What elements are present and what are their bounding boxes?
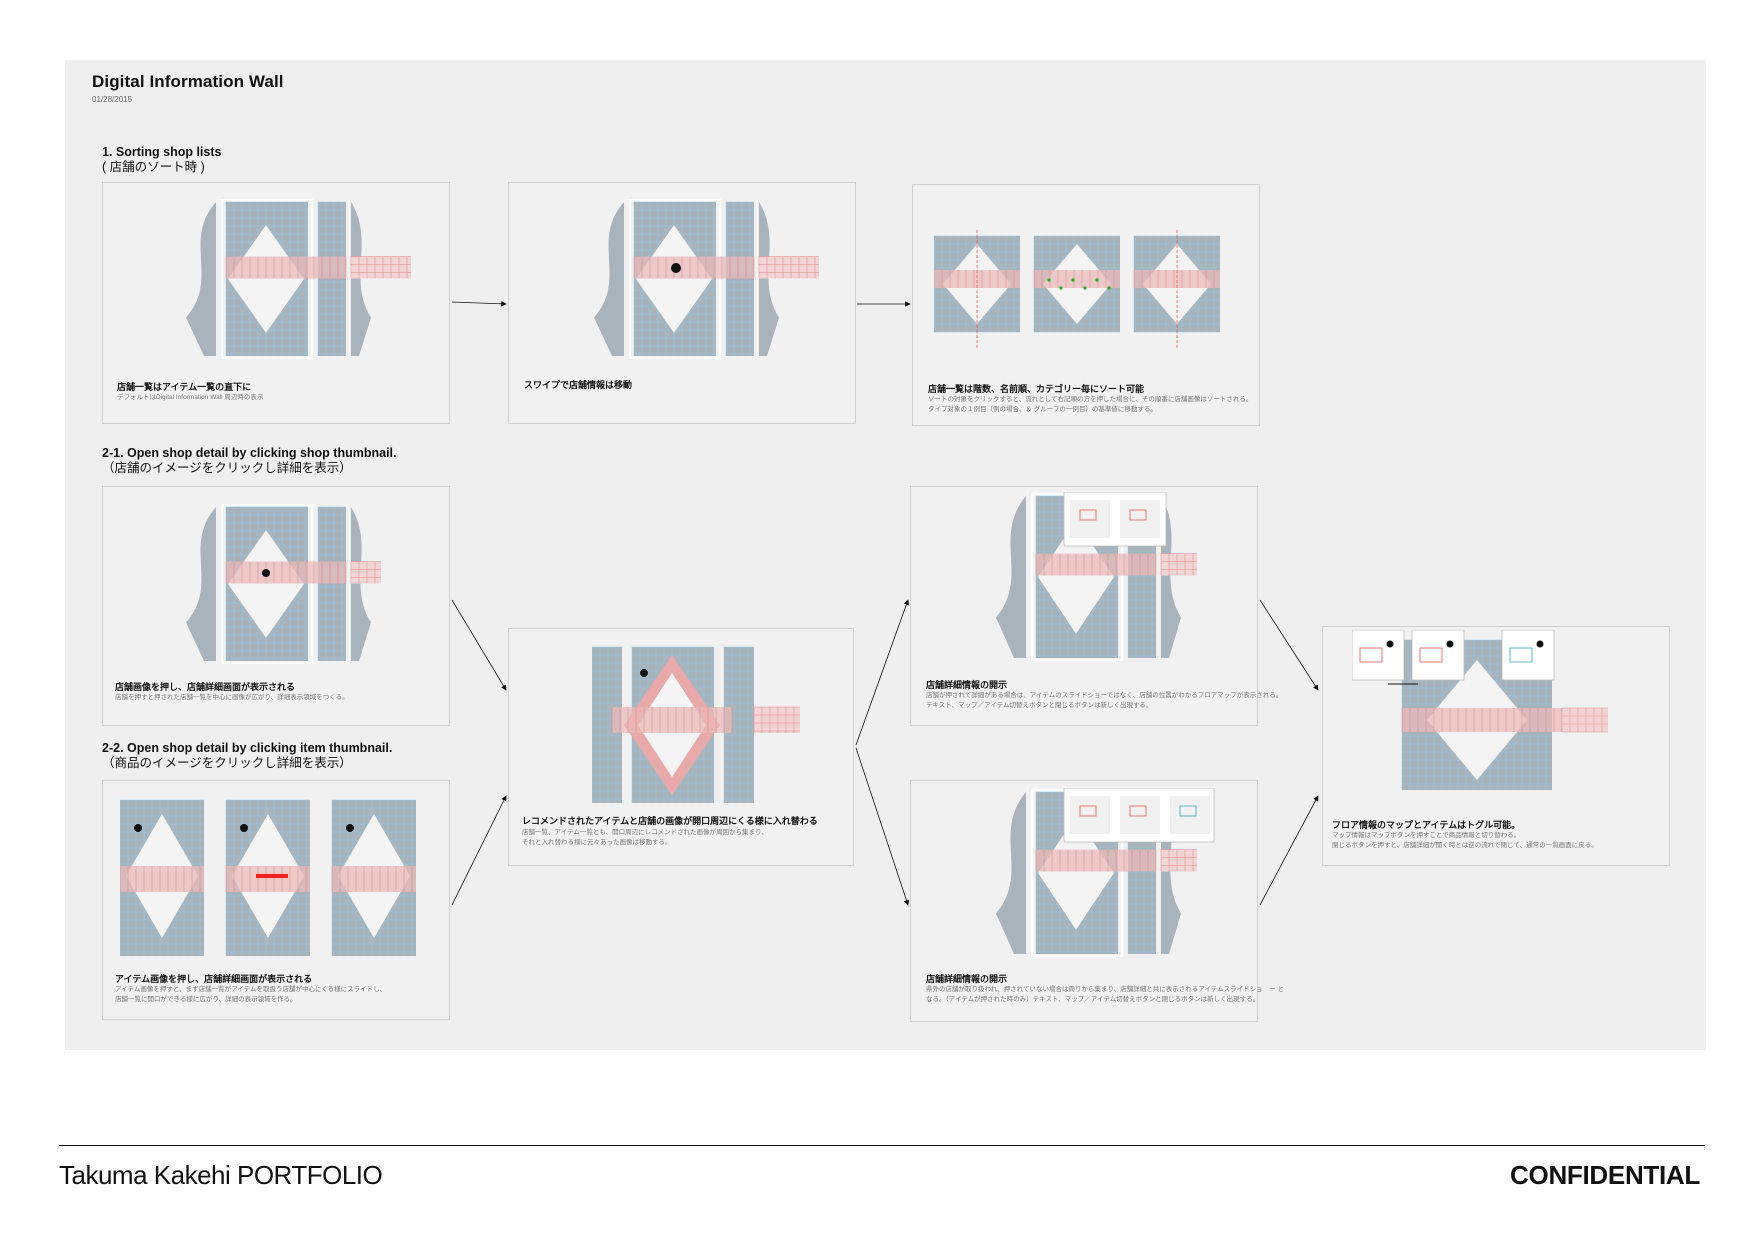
arrow-item-to-recommend	[451, 795, 507, 906]
footer-confidential-label: CONFIDENTIAL	[1510, 1160, 1700, 1190]
arrow-1-to-2	[451, 301, 507, 307]
arrow-items-to-toggle	[1259, 795, 1319, 906]
arrow-shop-to-recommend	[451, 599, 507, 691]
footer-portfolio-title: Takuma Kakehi PORTFOLIO	[59, 1160, 383, 1190]
arrow-map-to-toggle	[1259, 599, 1319, 691]
arrow-recommend-to-items	[855, 747, 910, 906]
footer-rule	[59, 1145, 1705, 1146]
arrow-recommend-to-map	[855, 599, 910, 746]
flow-arrows	[451, 301, 1319, 906]
